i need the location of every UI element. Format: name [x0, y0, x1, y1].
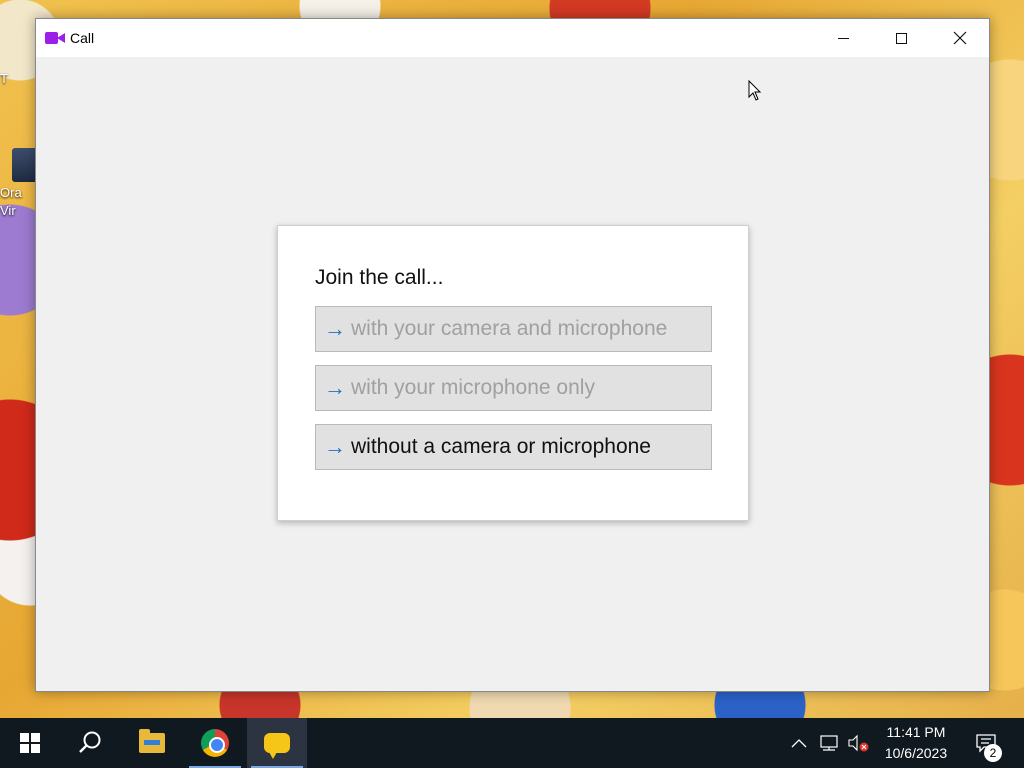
- clock-time: 11:41 PM: [886, 724, 946, 740]
- search-button[interactable]: [60, 718, 120, 768]
- arrow-right-icon: →: [324, 316, 346, 341]
- join-with-camera-and-microphone-button[interactable]: → with your camera and microphone: [315, 306, 712, 352]
- arrow-right-icon: →: [324, 375, 346, 400]
- dialog-title: Join the call...: [315, 266, 444, 289]
- button-label: without a camera or microphone: [351, 435, 651, 458]
- chrome-icon: [201, 729, 229, 757]
- taskbar-chat-app[interactable]: [247, 718, 307, 768]
- show-hidden-icons-button[interactable]: [788, 718, 810, 768]
- notification-count-badge: 2: [984, 744, 1002, 762]
- mouse-cursor-icon: [748, 80, 762, 101]
- taskbar-file-explorer[interactable]: [122, 718, 182, 768]
- arrow-right-icon: →: [324, 434, 346, 459]
- close-button[interactable]: [931, 19, 989, 57]
- taskbar-chrome[interactable]: [185, 718, 245, 768]
- maximize-icon: [895, 32, 907, 44]
- clock-date: 10/6/2023: [884, 745, 948, 761]
- desktop-icon-label: T: [0, 71, 8, 86]
- join-without-camera-or-microphone-button[interactable]: → without a camera or microphone: [315, 424, 712, 470]
- chevron-up-icon: [791, 739, 807, 748]
- join-call-dialog: Join the call... → with your camera and …: [277, 225, 749, 521]
- windows-logo-icon: [20, 733, 40, 753]
- start-button[interactable]: [0, 718, 60, 768]
- taskbar-clock[interactable]: 11:41 PM 10/6/2023: [876, 722, 956, 764]
- search-icon: [79, 731, 101, 753]
- maximize-button[interactable]: [872, 19, 930, 57]
- call-window: Call Join the call... → with your camera…: [35, 18, 990, 692]
- close-icon: [953, 31, 967, 45]
- button-label: with your camera and microphone: [351, 317, 668, 340]
- action-center-button[interactable]: [966, 718, 1006, 768]
- minimize-icon: [837, 37, 849, 39]
- desktop-icon-partial-1[interactable]: T: [0, 70, 40, 88]
- window-title: Call: [70, 30, 95, 46]
- taskbar: 11:41 PM 10/6/2023 2: [0, 718, 1024, 768]
- file-explorer-icon: [139, 729, 165, 753]
- join-with-microphone-only-button[interactable]: → with your microphone only: [315, 365, 712, 411]
- title-bar[interactable]: Call: [36, 19, 989, 57]
- chat-app-icon: [264, 733, 290, 759]
- video-camera-icon: [45, 31, 65, 45]
- button-label: with your microphone only: [351, 376, 595, 399]
- minimize-button[interactable]: [814, 19, 872, 57]
- network-icon: [820, 735, 838, 751]
- volume-muted-icon: [848, 734, 869, 752]
- network-button[interactable]: [816, 718, 842, 768]
- desktop-icon-label: Ora Vir: [0, 185, 22, 218]
- desktop-icon-virtualbox[interactable]: Ora Vir: [0, 148, 42, 220]
- volume-button[interactable]: [845, 718, 871, 768]
